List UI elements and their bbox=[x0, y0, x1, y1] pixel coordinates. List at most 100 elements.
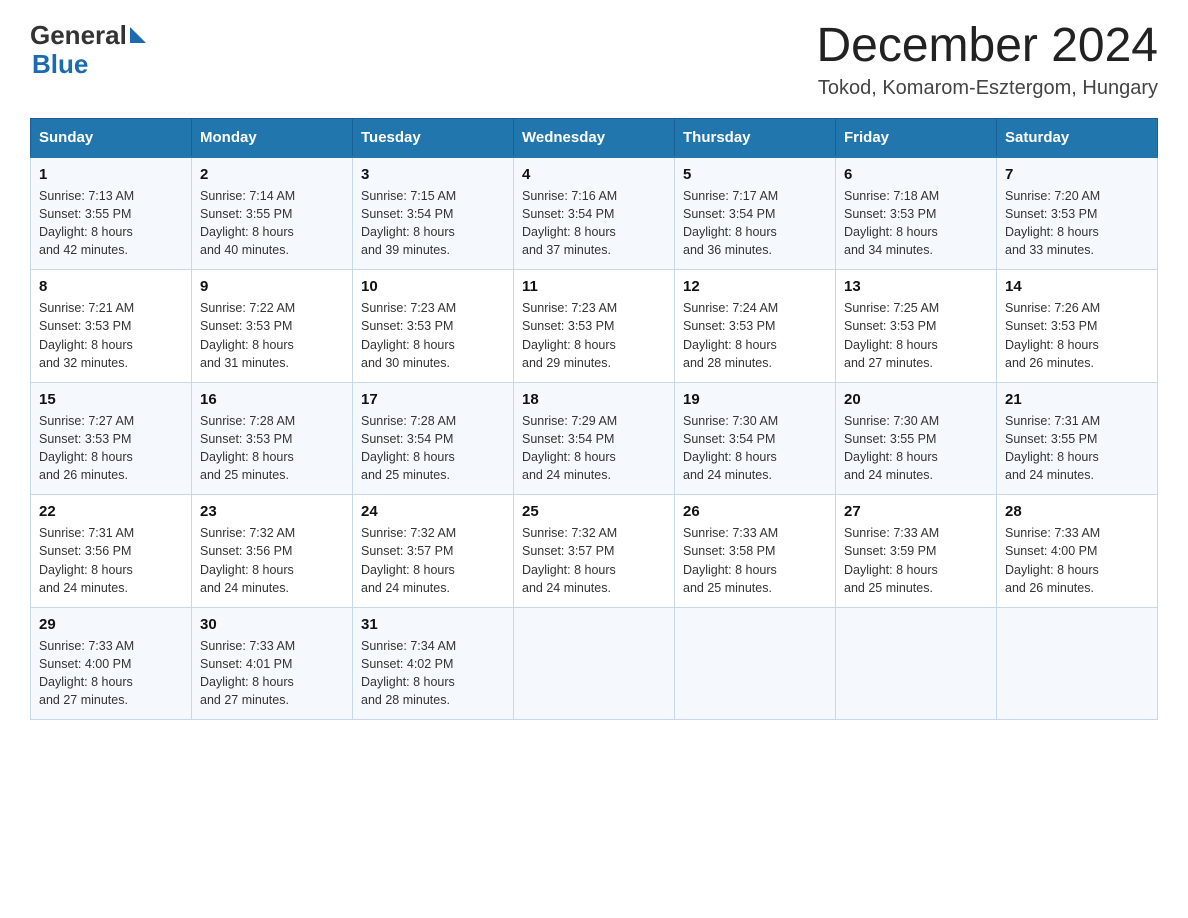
calendar-title-block: December 2024 Tokod, Komarom-Esztergom, … bbox=[816, 20, 1158, 100]
day-number: 15 bbox=[39, 391, 183, 408]
day-number: 6 bbox=[844, 166, 988, 183]
day-info: Sunrise: 7:33 AMSunset: 3:59 PMDaylight:… bbox=[844, 524, 988, 597]
day-info: Sunrise: 7:33 AMSunset: 3:58 PMDaylight:… bbox=[683, 524, 827, 597]
day-info: Sunrise: 7:15 AMSunset: 3:54 PMDaylight:… bbox=[361, 187, 505, 260]
day-info: Sunrise: 7:21 AMSunset: 3:53 PMDaylight:… bbox=[39, 299, 183, 372]
table-row: 2 Sunrise: 7:14 AMSunset: 3:55 PMDaylight… bbox=[192, 157, 353, 270]
table-row: 7 Sunrise: 7:20 AMSunset: 3:53 PMDaylight… bbox=[997, 157, 1158, 270]
table-row: 9 Sunrise: 7:22 AMSunset: 3:53 PMDaylight… bbox=[192, 270, 353, 383]
calendar-header-row: Sunday Monday Tuesday Wednesday Thursday… bbox=[31, 118, 1158, 157]
day-number: 8 bbox=[39, 278, 183, 295]
day-info: Sunrise: 7:31 AMSunset: 3:56 PMDaylight:… bbox=[39, 524, 183, 597]
calendar-week-row: 8 Sunrise: 7:21 AMSunset: 3:53 PMDaylight… bbox=[31, 270, 1158, 383]
day-number: 13 bbox=[844, 278, 988, 295]
day-number: 28 bbox=[1005, 503, 1149, 520]
calendar-table: Sunday Monday Tuesday Wednesday Thursday… bbox=[30, 118, 1158, 721]
day-info: Sunrise: 7:17 AMSunset: 3:54 PMDaylight:… bbox=[683, 187, 827, 260]
day-info: Sunrise: 7:13 AMSunset: 3:55 PMDaylight:… bbox=[39, 187, 183, 260]
day-number: 19 bbox=[683, 391, 827, 408]
table-row: 3 Sunrise: 7:15 AMSunset: 3:54 PMDaylight… bbox=[353, 157, 514, 270]
table-row: 10 Sunrise: 7:23 AMSunset: 3:53 PMDayligh… bbox=[353, 270, 514, 383]
day-number: 2 bbox=[200, 166, 344, 183]
day-info: Sunrise: 7:25 AMSunset: 3:53 PMDaylight:… bbox=[844, 299, 988, 372]
page-header: General Blue December 2024 Tokod, Komaro… bbox=[30, 20, 1158, 100]
day-number: 10 bbox=[361, 278, 505, 295]
day-info: Sunrise: 7:33 AMSunset: 4:01 PMDaylight:… bbox=[200, 637, 344, 710]
calendar-subtitle: Tokod, Komarom-Esztergom, Hungary bbox=[816, 77, 1158, 100]
day-number: 21 bbox=[1005, 391, 1149, 408]
table-row: 16 Sunrise: 7:28 AMSunset: 3:53 PMDayligh… bbox=[192, 382, 353, 495]
day-info: Sunrise: 7:16 AMSunset: 3:54 PMDaylight:… bbox=[522, 187, 666, 260]
day-info: Sunrise: 7:23 AMSunset: 3:53 PMDaylight:… bbox=[361, 299, 505, 372]
day-info: Sunrise: 7:29 AMSunset: 3:54 PMDaylight:… bbox=[522, 412, 666, 485]
day-info: Sunrise: 7:32 AMSunset: 3:57 PMDaylight:… bbox=[522, 524, 666, 597]
day-info: Sunrise: 7:18 AMSunset: 3:53 PMDaylight:… bbox=[844, 187, 988, 260]
col-friday: Friday bbox=[836, 118, 997, 157]
col-sunday: Sunday bbox=[31, 118, 192, 157]
day-info: Sunrise: 7:28 AMSunset: 3:54 PMDaylight:… bbox=[361, 412, 505, 485]
table-row: 11Sunrise: 7:23 AMSunset: 3:53 PMDayligh… bbox=[514, 270, 675, 383]
logo-blue-text: Blue bbox=[32, 51, 88, 77]
day-number: 3 bbox=[361, 166, 505, 183]
day-number: 7 bbox=[1005, 166, 1149, 183]
day-number: 23 bbox=[200, 503, 344, 520]
logo: General Blue bbox=[30, 20, 146, 77]
day-info: Sunrise: 7:23 AMSunset: 3:53 PMDaylight:… bbox=[522, 299, 666, 372]
day-number: 24 bbox=[361, 503, 505, 520]
col-thursday: Thursday bbox=[675, 118, 836, 157]
table-row: 13 Sunrise: 7:25 AMSunset: 3:53 PMDayligh… bbox=[836, 270, 997, 383]
table-row: 12 Sunrise: 7:24 AMSunset: 3:53 PMDayligh… bbox=[675, 270, 836, 383]
table-row: 4Sunrise: 7:16 AMSunset: 3:54 PMDaylight… bbox=[514, 157, 675, 270]
table-row: 21 Sunrise: 7:31 AMSunset: 3:55 PMDayligh… bbox=[997, 382, 1158, 495]
table-row bbox=[514, 607, 675, 720]
day-number: 20 bbox=[844, 391, 988, 408]
day-info: Sunrise: 7:33 AMSunset: 4:00 PMDaylight:… bbox=[39, 637, 183, 710]
day-number: 9 bbox=[200, 278, 344, 295]
day-info: Sunrise: 7:22 AMSunset: 3:53 PMDaylight:… bbox=[200, 299, 344, 372]
col-saturday: Saturday bbox=[997, 118, 1158, 157]
calendar-title: December 2024 bbox=[816, 20, 1158, 73]
table-row: 1 Sunrise: 7:13 AMSunset: 3:55 PMDaylight… bbox=[31, 157, 192, 270]
logo-general-text: General bbox=[30, 20, 127, 51]
day-info: Sunrise: 7:14 AMSunset: 3:55 PMDaylight:… bbox=[200, 187, 344, 260]
table-row: 26 Sunrise: 7:33 AMSunset: 3:58 PMDayligh… bbox=[675, 495, 836, 608]
table-row bbox=[836, 607, 997, 720]
table-row: 23 Sunrise: 7:32 AMSunset: 3:56 PMDayligh… bbox=[192, 495, 353, 608]
day-number: 16 bbox=[200, 391, 344, 408]
day-info: Sunrise: 7:30 AMSunset: 3:54 PMDaylight:… bbox=[683, 412, 827, 485]
day-number: 5 bbox=[683, 166, 827, 183]
table-row: 17Sunrise: 7:28 AMSunset: 3:54 PMDayligh… bbox=[353, 382, 514, 495]
table-row: 15 Sunrise: 7:27 AMSunset: 3:53 PMDayligh… bbox=[31, 382, 192, 495]
day-number: 1 bbox=[39, 166, 183, 183]
table-row: 8 Sunrise: 7:21 AMSunset: 3:53 PMDaylight… bbox=[31, 270, 192, 383]
table-row: 25 Sunrise: 7:32 AMSunset: 3:57 PMDayligh… bbox=[514, 495, 675, 608]
table-row: 14Sunrise: 7:26 AMSunset: 3:53 PMDayligh… bbox=[997, 270, 1158, 383]
table-row: 24Sunrise: 7:32 AMSunset: 3:57 PMDayligh… bbox=[353, 495, 514, 608]
table-row: 20 Sunrise: 7:30 AMSunset: 3:55 PMDayligh… bbox=[836, 382, 997, 495]
table-row: 27Sunrise: 7:33 AMSunset: 3:59 PMDayligh… bbox=[836, 495, 997, 608]
day-number: 25 bbox=[522, 503, 666, 520]
table-row: 30Sunrise: 7:33 AMSunset: 4:01 PMDayligh… bbox=[192, 607, 353, 720]
day-number: 14 bbox=[1005, 278, 1149, 295]
day-info: Sunrise: 7:33 AMSunset: 4:00 PMDaylight:… bbox=[1005, 524, 1149, 597]
day-info: Sunrise: 7:28 AMSunset: 3:53 PMDaylight:… bbox=[200, 412, 344, 485]
table-row: 22Sunrise: 7:31 AMSunset: 3:56 PMDayligh… bbox=[31, 495, 192, 608]
day-number: 29 bbox=[39, 616, 183, 633]
day-number: 18 bbox=[522, 391, 666, 408]
day-info: Sunrise: 7:31 AMSunset: 3:55 PMDaylight:… bbox=[1005, 412, 1149, 485]
table-row bbox=[997, 607, 1158, 720]
day-number: 26 bbox=[683, 503, 827, 520]
calendar-week-row: 29 Sunrise: 7:33 AMSunset: 4:00 PMDayligh… bbox=[31, 607, 1158, 720]
day-info: Sunrise: 7:20 AMSunset: 3:53 PMDaylight:… bbox=[1005, 187, 1149, 260]
table-row: 28 Sunrise: 7:33 AMSunset: 4:00 PMDayligh… bbox=[997, 495, 1158, 608]
day-number: 12 bbox=[683, 278, 827, 295]
table-row: 6 Sunrise: 7:18 AMSunset: 3:53 PMDaylight… bbox=[836, 157, 997, 270]
table-row bbox=[675, 607, 836, 720]
day-info: Sunrise: 7:24 AMSunset: 3:53 PMDaylight:… bbox=[683, 299, 827, 372]
col-wednesday: Wednesday bbox=[514, 118, 675, 157]
day-info: Sunrise: 7:32 AMSunset: 3:56 PMDaylight:… bbox=[200, 524, 344, 597]
table-row: 18 Sunrise: 7:29 AMSunset: 3:54 PMDayligh… bbox=[514, 382, 675, 495]
day-info: Sunrise: 7:27 AMSunset: 3:53 PMDaylight:… bbox=[39, 412, 183, 485]
day-info: Sunrise: 7:30 AMSunset: 3:55 PMDaylight:… bbox=[844, 412, 988, 485]
logo-triangle-icon bbox=[130, 27, 146, 43]
